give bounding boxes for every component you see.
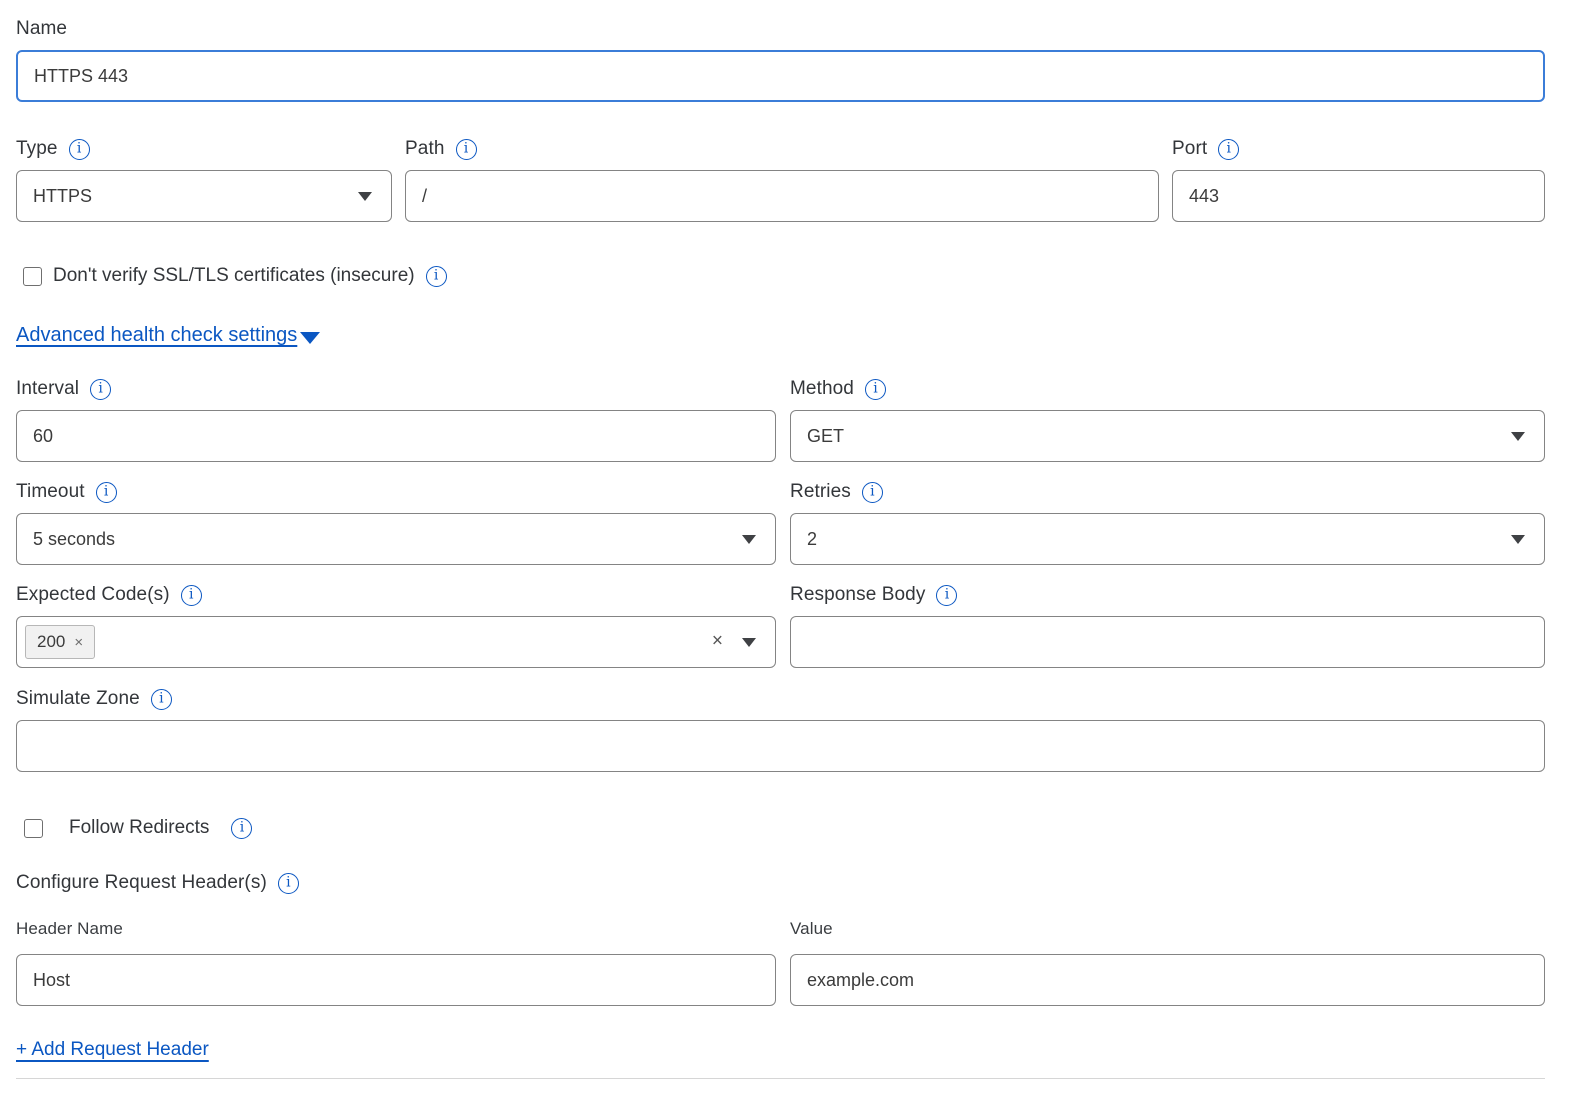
interval-label: Interval [16,378,79,400]
retries-select[interactable]: 2 [790,513,1545,565]
path-label: Path [405,138,445,160]
retries-info-icon[interactable]: i [862,482,883,503]
timeout-label: Timeout [16,481,85,503]
chevron-down-icon [358,192,372,201]
response-body-info-icon[interactable]: i [936,585,957,606]
path-input[interactable] [405,170,1159,222]
type-label: Type [16,138,58,160]
name-input[interactable] [16,50,1545,102]
header-row: Header Name Value [16,919,1545,1006]
port-field: Port i [1172,138,1545,222]
header-value-field: Value [790,919,1545,1006]
response-body-field: Response Body i [790,584,1545,668]
retries-select-value: 2 [807,529,817,550]
timeout-select[interactable]: 5 seconds [16,513,776,565]
header-name-field: Header Name [16,919,776,1006]
port-info-icon[interactable]: i [1218,139,1239,160]
clear-all-icon[interactable]: × [712,632,723,651]
advanced-settings-link[interactable]: Advanced health check settings [16,324,297,347]
port-label: Port [1172,138,1207,160]
chevron-down-icon [742,638,756,647]
method-label: Method [790,378,854,400]
retries-field: Retries i 2 [790,481,1545,565]
type-select[interactable]: HTTPS [16,170,392,222]
request-headers-title: Configure Request Header(s) [16,872,267,894]
follow-redirects-label: Follow Redirects [69,817,209,839]
health-check-form: Name Type i HTTPS Path i Port i [16,0,1545,1079]
method-select[interactable]: GET [790,410,1545,462]
simulate-zone-label: Simulate Zone [16,688,140,710]
codes-body-row: Expected Code(s) i 200 × × Response Body… [16,584,1545,668]
response-body-label: Response Body [790,584,925,606]
request-headers-title-row: Configure Request Header(s) i [16,872,1545,894]
header-name-input[interactable] [16,954,776,1006]
path-info-icon[interactable]: i [456,139,477,160]
chevron-down-icon [742,535,756,544]
advanced-settings-toggle[interactable]: Advanced health check settings [16,324,320,347]
method-info-icon[interactable]: i [865,379,886,400]
expected-codes-multiselect[interactable]: 200 × × [16,616,776,668]
follow-redirects-row: Follow Redirects i [24,817,1545,839]
add-request-header-link[interactable]: + Add Request Header [16,1039,209,1061]
code-tag-value: 200 [37,632,65,652]
verify-ssl-info-icon[interactable]: i [426,266,447,287]
type-path-port-row: Type i HTTPS Path i Port i [16,138,1545,222]
path-field: Path i [405,138,1159,222]
expected-codes-info-icon[interactable]: i [181,585,202,606]
name-field: Name [16,18,1545,102]
code-tag: 200 × [25,625,95,659]
chevron-down-icon [1511,432,1525,441]
follow-redirects-info-icon[interactable]: i [231,818,252,839]
expected-codes-field: Expected Code(s) i 200 × × [16,584,776,668]
type-field: Type i HTTPS [16,138,392,222]
expected-codes-label: Expected Code(s) [16,584,170,606]
simulate-zone-input[interactable] [16,720,1545,772]
verify-ssl-row: Don't verify SSL/TLS certificates (insec… [23,265,1545,287]
port-input[interactable] [1172,170,1545,222]
response-body-input[interactable] [790,616,1545,668]
timeout-retries-row: Timeout i 5 seconds Retries i 2 [16,481,1545,565]
timeout-field: Timeout i 5 seconds [16,481,776,565]
verify-ssl-label: Don't verify SSL/TLS certificates (insec… [53,265,415,287]
verify-ssl-checkbox[interactable] [23,267,42,286]
method-select-value: GET [807,426,844,447]
interval-info-icon[interactable]: i [90,379,111,400]
simulate-zone-field: Simulate Zone i [16,688,1545,772]
type-select-value: HTTPS [33,186,92,207]
interval-input[interactable] [16,410,776,462]
method-field: Method i GET [790,378,1545,462]
chevron-down-icon [1511,535,1525,544]
retries-label: Retries [790,481,851,503]
header-value-label: Value [790,919,833,939]
header-name-label: Header Name [16,919,123,939]
type-info-icon[interactable]: i [69,139,90,160]
interval-field: Interval i [16,378,776,462]
timeout-info-icon[interactable]: i [96,482,117,503]
caret-down-icon [300,332,320,344]
follow-redirects-checkbox[interactable] [24,819,43,838]
request-headers-info-icon[interactable]: i [278,873,299,894]
tag-remove-icon[interactable]: × [74,635,83,650]
section-divider [16,1078,1545,1079]
timeout-select-value: 5 seconds [33,529,115,550]
interval-method-row: Interval i Method i GET [16,378,1545,462]
simulate-zone-info-icon[interactable]: i [151,689,172,710]
header-value-input[interactable] [790,954,1545,1006]
name-label: Name [16,18,67,40]
